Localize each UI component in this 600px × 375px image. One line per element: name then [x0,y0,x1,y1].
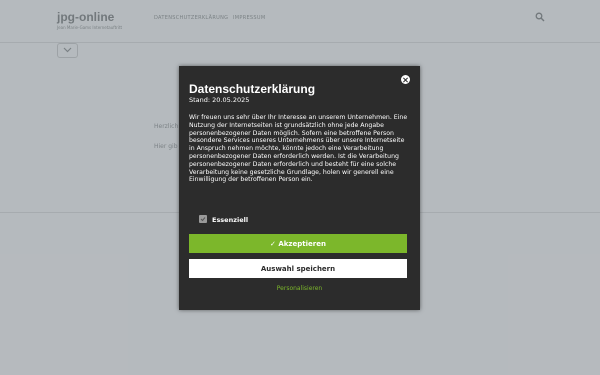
cookie-consent-dialog: Datenschutzerklärung Stand: 20.05.2025 W… [179,66,420,310]
essential-checkbox[interactable] [199,215,207,223]
checkmark-icon [200,217,206,222]
dialog-title: Datenschutzerklärung [189,82,316,96]
accept-button[interactable]: ✓ Akzeptieren [189,234,407,253]
dialog-date: Stand: 20.05.2025 [189,96,250,104]
save-selection-button[interactable]: Auswahl speichern [189,259,407,278]
essential-checkbox-label: Essenziell [212,216,249,224]
close-icon[interactable] [401,75,410,84]
personalize-link[interactable]: Personalisieren [179,285,420,292]
dialog-body-text: Wir freuen uns sehr über Ihr Interesse a… [189,114,408,184]
